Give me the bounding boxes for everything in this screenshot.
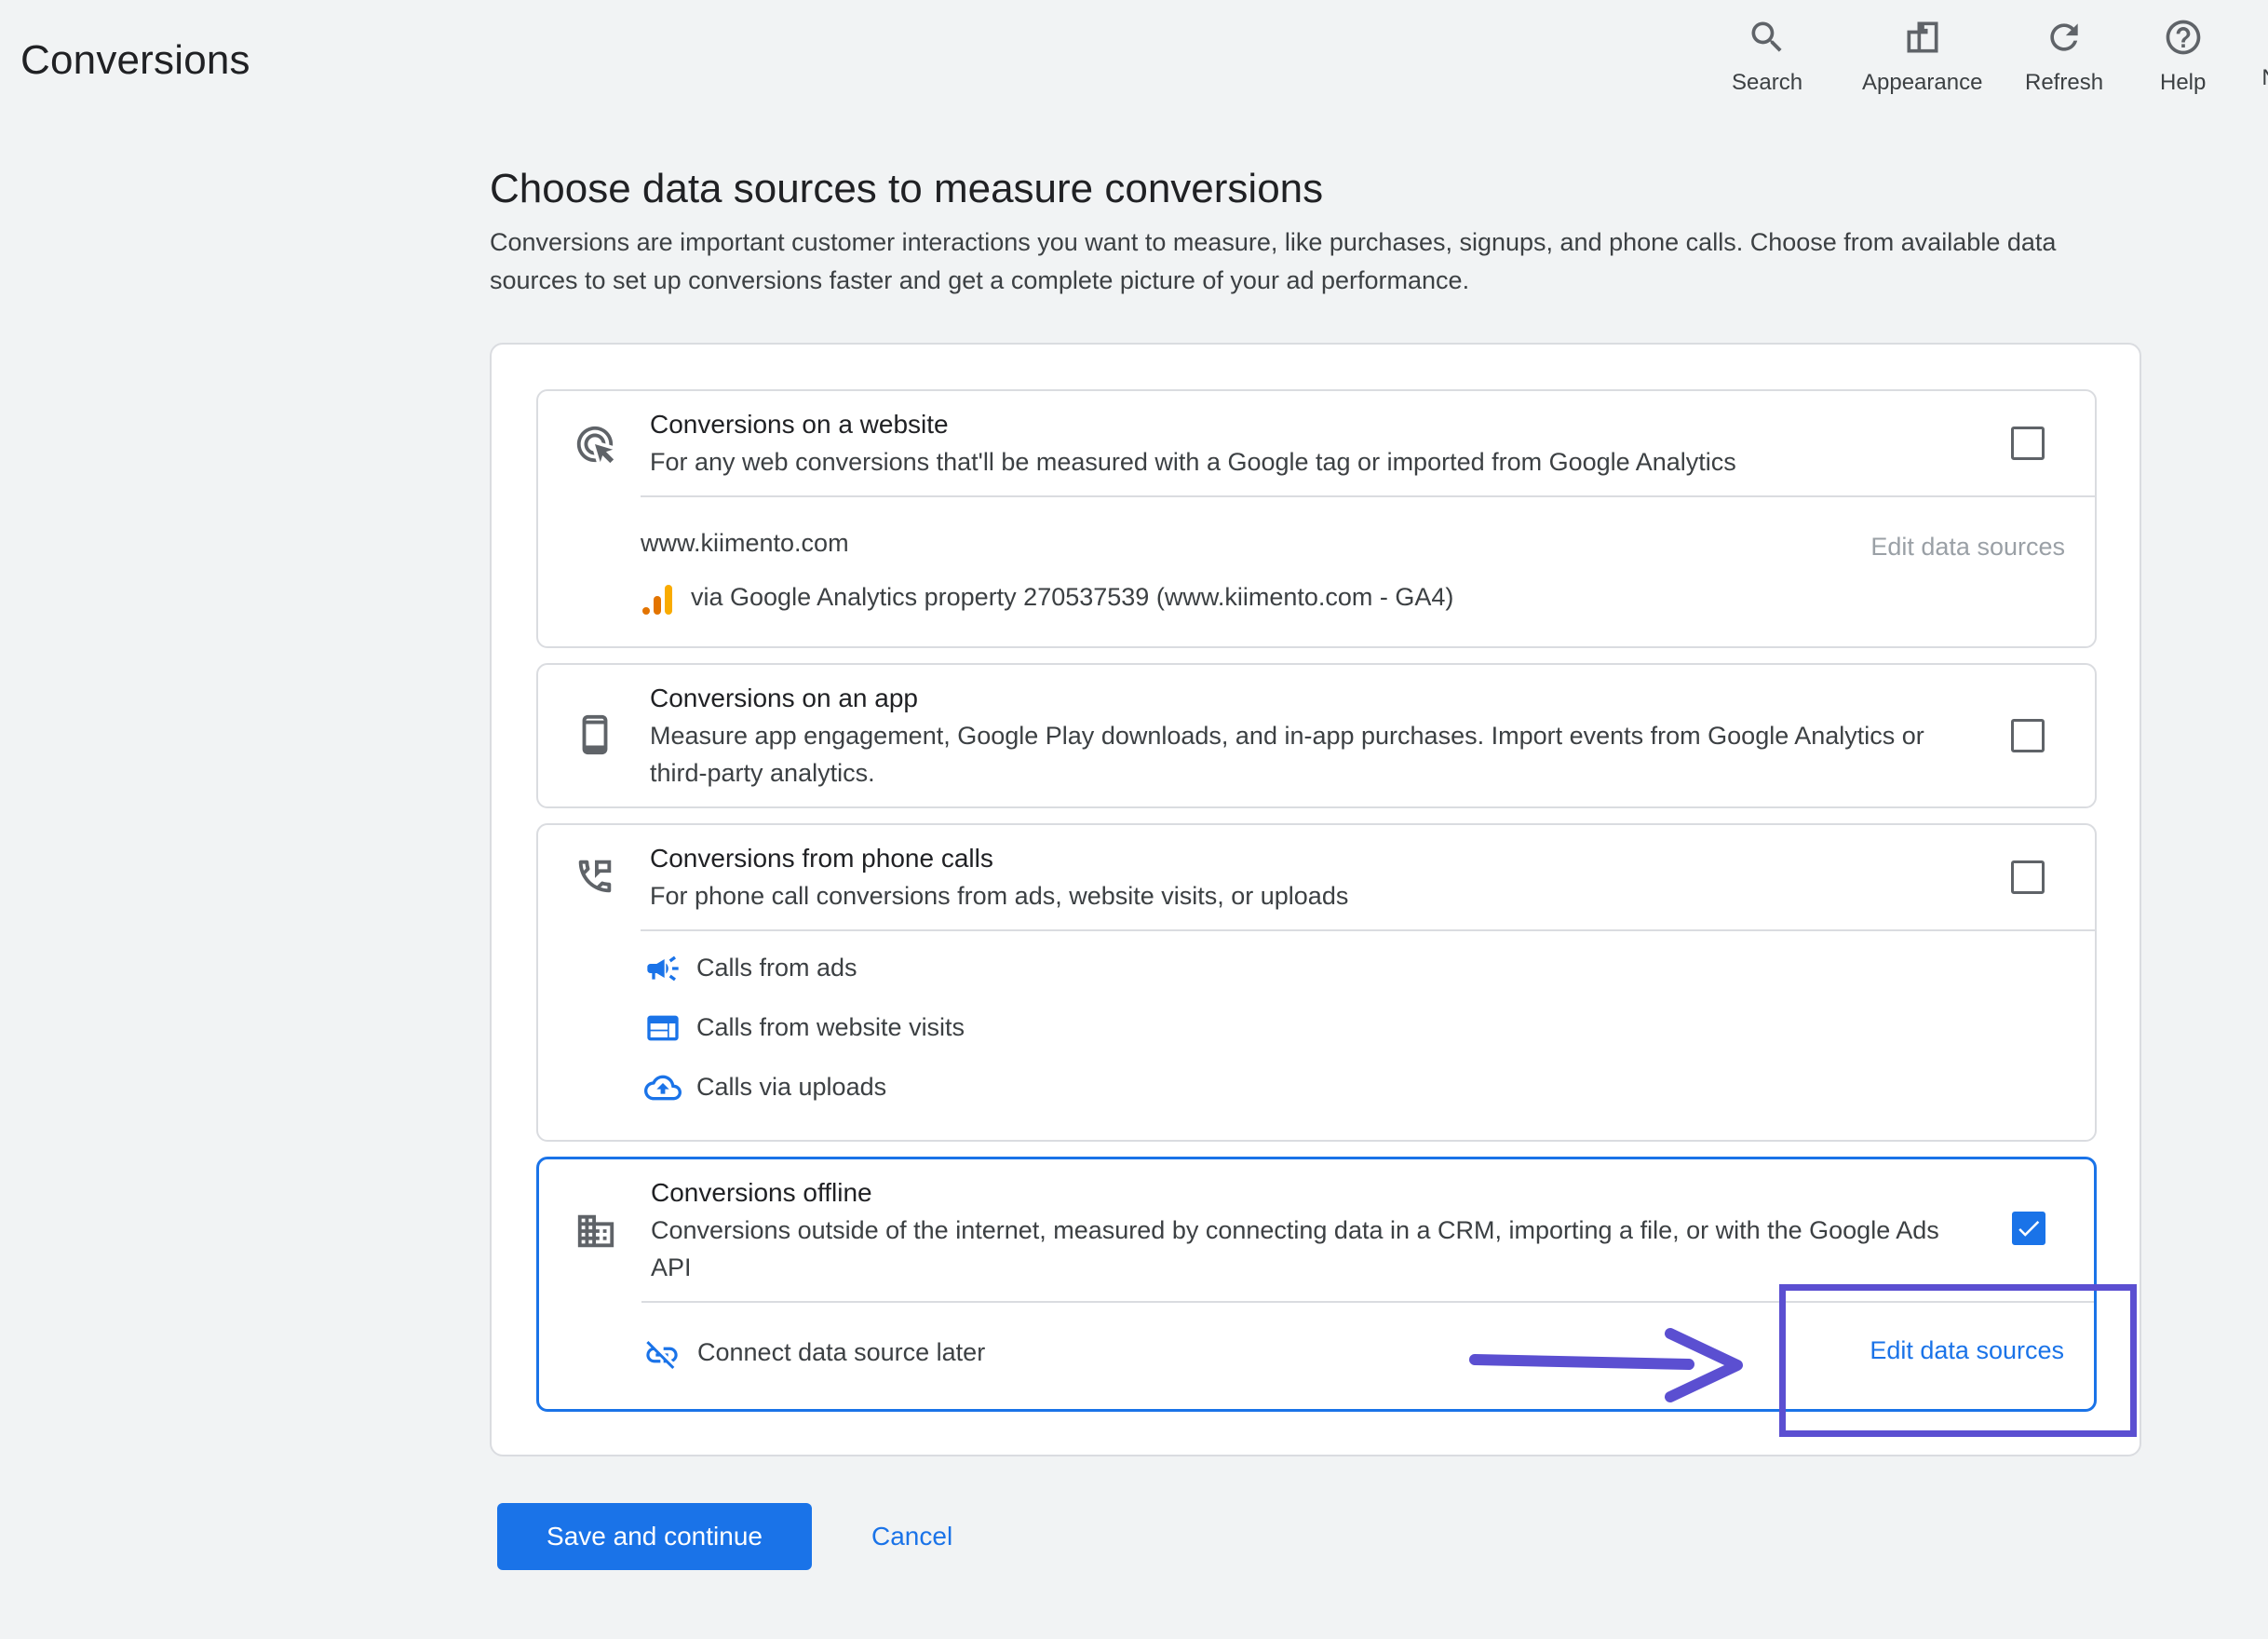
- connect-data-source-later: Connect data source later: [697, 1338, 986, 1366]
- phone-call-icon: [574, 855, 616, 898]
- checkmark-icon: [2015, 1220, 2043, 1246]
- card-phone-title: Conversions from phone calls: [650, 844, 993, 873]
- card-app-title: Conversions on an app: [650, 684, 918, 712]
- appearance-label: Appearance: [1862, 70, 1983, 95]
- card-website-divider: [641, 495, 2095, 497]
- web-icon: [644, 1009, 682, 1047]
- card-offline-title: Conversions offline: [651, 1178, 872, 1207]
- offline-checkbox[interactable]: [2012, 1212, 2045, 1245]
- building-icon: [574, 1210, 617, 1253]
- phone-checkbox[interactable]: [2011, 860, 2045, 894]
- save-and-continue-button[interactable]: Save and continue: [497, 1503, 812, 1570]
- link-off-icon: [643, 1336, 681, 1374]
- megaphone-icon: [644, 950, 682, 987]
- search-label: Search: [1732, 70, 1803, 95]
- card-website-title: Conversions on a website: [650, 410, 949, 439]
- refresh-button[interactable]: Refresh: [2025, 17, 2103, 96]
- search-button[interactable]: Search: [1732, 17, 1802, 96]
- card-phone-divider: [641, 929, 2095, 931]
- website-edit-data-sources-link[interactable]: Edit data sources: [1870, 533, 2065, 562]
- truncated-tool-label: N: [2261, 65, 2268, 91]
- cloud-upload-icon: [644, 1069, 682, 1106]
- card-offline-description: Conversions outside of the internet, mea…: [651, 1216, 1939, 1281]
- top-toolbar: Search Appearance Refresh Help N: [1732, 17, 2268, 101]
- section-description: Conversions are important customer inter…: [490, 228, 2057, 294]
- annotation-arrow: [1469, 1328, 1743, 1402]
- truncated-tool-button[interactable]: N: [2249, 17, 2268, 91]
- app-checkbox[interactable]: [2011, 719, 2045, 752]
- cursor-click-icon: [574, 423, 616, 466]
- help-button[interactable]: Help: [2160, 17, 2206, 96]
- website-checkbox[interactable]: [2011, 427, 2045, 460]
- help-icon: [2163, 17, 2204, 62]
- website-analytics-source: via Google Analytics property 270537539 …: [691, 583, 1454, 611]
- section-title: Choose data sources to measure conversio…: [490, 166, 1324, 211]
- help-label: Help: [2160, 70, 2207, 95]
- appearance-icon: [1902, 17, 1943, 62]
- phone-item-calls-from-ads: Calls from ads: [696, 954, 857, 982]
- card-app[interactable]: Conversions on an app Measure app engage…: [536, 663, 2097, 808]
- refresh-icon: [2044, 17, 2085, 62]
- card-website-description: For any web conversions that'll be measu…: [650, 448, 1736, 476]
- card-app-description: Measure app engagement, Google Play down…: [650, 722, 1924, 787]
- google-analytics-icon: [641, 581, 678, 618]
- appearance-button[interactable]: Appearance: [1862, 17, 1982, 96]
- card-website[interactable]: Conversions on a website For any web con…: [536, 389, 2097, 648]
- smartphone-icon: [574, 713, 616, 756]
- website-domain: www.kiimento.com: [641, 529, 849, 557]
- card-phone[interactable]: Conversions from phone calls For phone c…: [536, 823, 2097, 1142]
- page-title: Conversions: [20, 37, 250, 83]
- phone-item-calls-from-website: Calls from website visits: [696, 1013, 965, 1041]
- cancel-button[interactable]: Cancel: [871, 1522, 952, 1551]
- card-phone-description: For phone call conversions from ads, web…: [650, 882, 1349, 910]
- annotation-highlight-box: [1779, 1284, 2137, 1437]
- refresh-label: Refresh: [2025, 70, 2104, 95]
- phone-item-calls-via-uploads: Calls via uploads: [696, 1073, 887, 1101]
- search-icon: [1747, 17, 1788, 62]
